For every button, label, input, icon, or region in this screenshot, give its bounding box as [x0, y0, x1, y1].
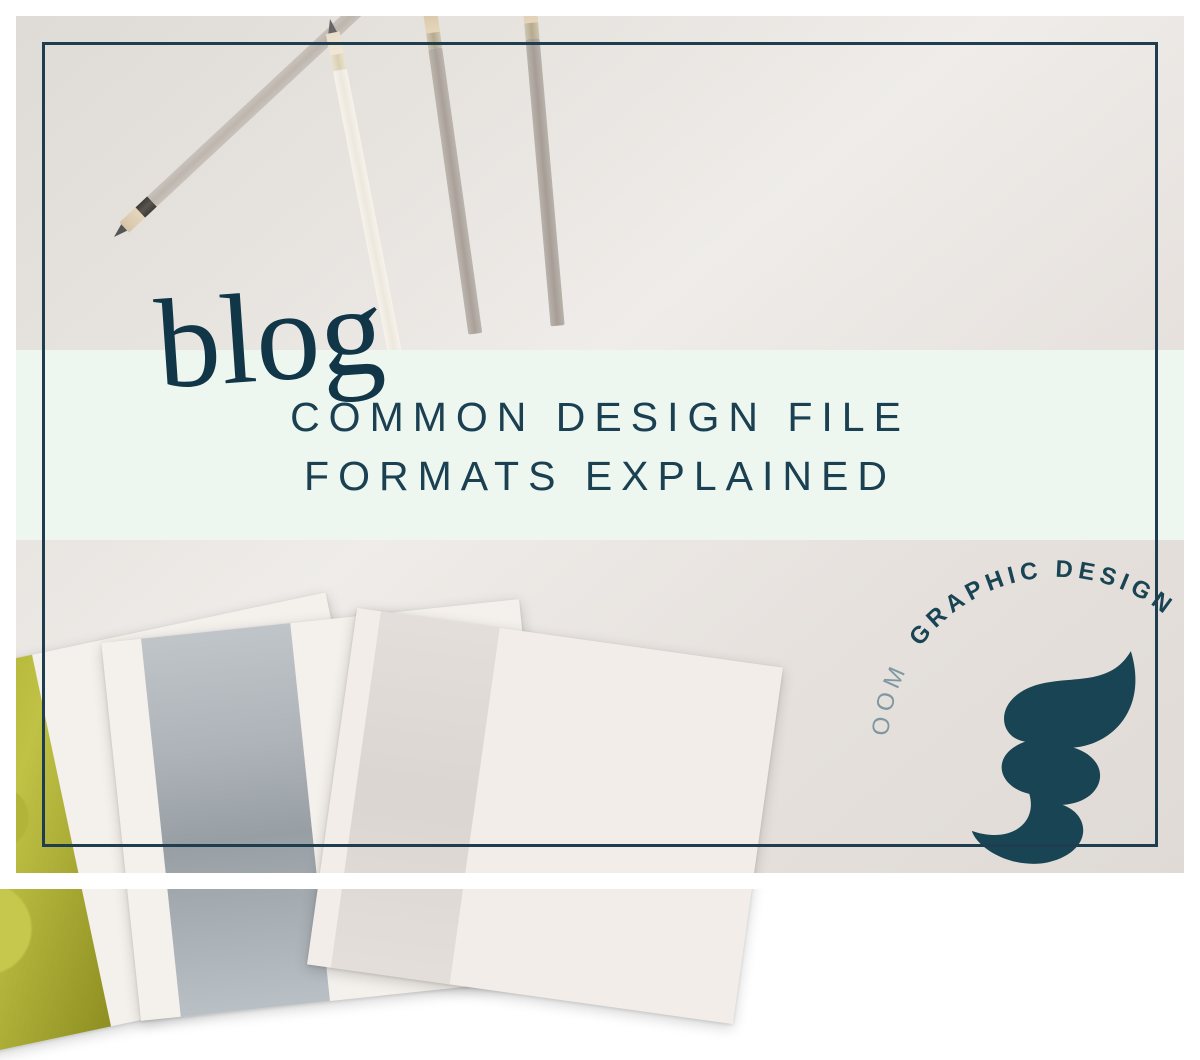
flourish-icon: [926, 614, 1198, 893]
hero-graphic: blog COMMON DESIGN FILE FORMATS EXPLAINE…: [0, 0, 1200, 889]
paper-swatch: [307, 608, 783, 1024]
post-title-line1: COMMON DESIGN FILE: [0, 388, 1200, 447]
badge-text-bold: GRAPHIC DESIGN: [904, 556, 1180, 651]
brand-badge: OOM GRAPHIC DESIGN DESIGNERD: [848, 537, 1200, 957]
post-title: COMMON DESIGN FILE FORMATS EXPLAINED: [0, 388, 1200, 507]
badge-text-before: OOM: [867, 659, 913, 738]
post-title-line2: FORMATS EXPLAINED: [0, 447, 1200, 506]
